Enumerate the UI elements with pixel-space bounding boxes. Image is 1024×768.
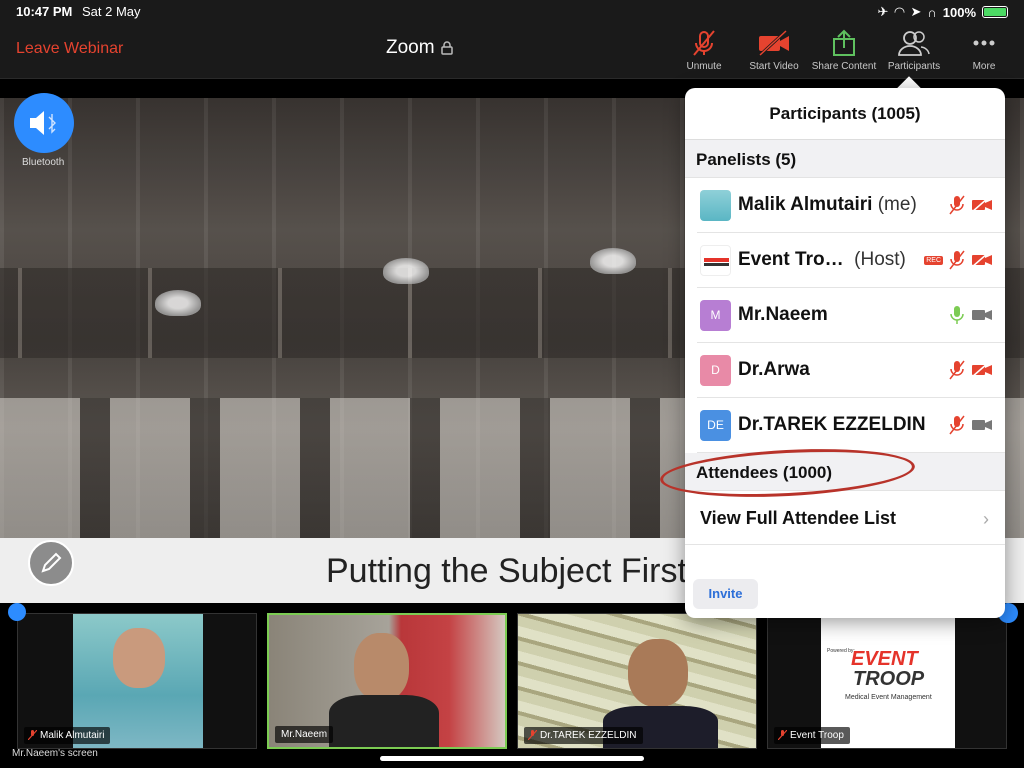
mic-on-icon: [950, 306, 964, 324]
slide-caption: Putting the Subject First: [326, 552, 687, 590]
muted-mic-icon: [949, 250, 965, 270]
airplane-icon: ✈: [877, 4, 889, 19]
wifi-icon: ◠: [894, 4, 905, 19]
panelist-row[interactable]: M Mr.Naeem: [697, 288, 1005, 343]
location-icon: ➤: [910, 4, 922, 19]
video-off-icon: [971, 362, 992, 378]
pencil-icon: [41, 552, 62, 573]
avatar: DE: [700, 410, 731, 441]
video-tile[interactable]: Malik Almutairi: [17, 613, 257, 749]
unmute-label: Unmute: [686, 61, 722, 72]
video-name-tag: Mr.Naeem: [275, 726, 334, 743]
more-dots-icon: [973, 40, 995, 46]
meeting-toolbar: Leave Webinar Zoom Unmute Start Video Sh…: [0, 24, 1024, 79]
video-tile[interactable]: Dr.TAREK EZZELDIN: [517, 613, 757, 749]
panelist-row[interactable]: DE Dr.TAREK EZZELDIN: [697, 398, 1005, 453]
chandelier-image: [155, 290, 201, 316]
panelist-row[interactable]: Event Tro… (Host) REC: [697, 233, 1005, 288]
leave-webinar-button[interactable]: Leave Webinar: [16, 40, 123, 58]
meeting-title: Zoom: [386, 37, 453, 59]
panelist-name: Mr.Naeem: [738, 304, 828, 325]
panelist-row[interactable]: Malik Almutairi (me): [697, 178, 1005, 233]
home-indicator[interactable]: [380, 756, 644, 761]
audio-output-label: Bluetooth: [22, 157, 65, 168]
panelist-name: Event Tro… (Host): [738, 249, 906, 270]
panelist-name: Dr.TAREK EZZELDIN: [738, 414, 926, 435]
video-off-icon: [971, 197, 992, 213]
view-full-attendee-list-button[interactable]: View Full Attendee List ›: [685, 491, 1005, 545]
pin-video-icon[interactable]: [8, 603, 26, 621]
share-icon: [833, 29, 855, 56]
video-name: Malik Almutairi: [40, 730, 105, 741]
person-face: [628, 639, 688, 707]
panelist-name: Dr.Arwa: [738, 359, 810, 380]
avatar: D: [700, 355, 731, 386]
view-full-attendee-list-label: View Full Attendee List: [700, 508, 897, 528]
video-name: Dr.TAREK EZZELDIN: [540, 730, 637, 741]
video-name-tag: Event Troop: [774, 727, 850, 744]
screen-owner-label: Mr.Naeem's screen: [12, 748, 98, 759]
share-content-button[interactable]: Share Content: [811, 28, 877, 72]
muted-mic-icon: [949, 415, 965, 435]
muted-mic-icon: [778, 730, 787, 740]
event-troop-logo: [704, 258, 729, 266]
more-label: More: [972, 61, 996, 72]
video-name-tag: Malik Almutairi: [24, 727, 111, 744]
muted-mic-icon: [949, 360, 965, 380]
video-tile-active[interactable]: Mr.Naeem: [267, 613, 507, 749]
participants-header: Participants (1005): [685, 88, 1005, 140]
panelist-name: Malik Almutairi (me): [738, 194, 917, 215]
audio-output-button[interactable]: [14, 93, 74, 153]
start-video-label: Start Video: [749, 61, 799, 72]
participants-popover: Participants (1005) Panelists (5) Malik …: [685, 88, 1005, 618]
video-tile[interactable]: Powered by: EVENT TROOP Medical Event Ma…: [767, 613, 1007, 749]
participants-button[interactable]: Participants: [881, 28, 947, 72]
status-right: ✈ ◠ ➤ ∩ 100%: [878, 4, 1008, 20]
share-content-label: Share Content: [811, 61, 877, 72]
video-off-icon: [758, 29, 789, 57]
video-name: Mr.Naeem: [281, 729, 328, 740]
participants-label: Participants: [887, 61, 941, 72]
avatar: M: [700, 300, 731, 331]
chandelier-image: [590, 248, 636, 274]
muted-mic-icon: [28, 730, 37, 740]
battery-icon: [982, 6, 1008, 18]
event-troop-avatar: [700, 245, 731, 276]
video-on-icon: [972, 310, 992, 320]
meeting-title-text: Zoom: [386, 37, 435, 58]
panelist-row[interactable]: D Dr.Arwa: [697, 343, 1005, 398]
muted-mic-icon: [528, 730, 537, 740]
video-on-icon: [972, 420, 992, 430]
video-name: Event Troop: [790, 730, 844, 741]
recording-badge: REC: [924, 255, 943, 265]
participants-icon: [898, 31, 930, 56]
chandelier-image: [383, 258, 429, 284]
video-strip: Malik Almutairi Mr.Naeem Dr.TAREK EZZELD…: [0, 603, 1024, 768]
headphones-icon: ∩: [927, 4, 937, 20]
muted-mic-icon: [693, 30, 715, 56]
status-time: 10:47 PM: [16, 4, 73, 19]
person-face: [354, 633, 409, 701]
lock-icon: [440, 41, 453, 55]
status-date: Sat 2 May: [82, 4, 141, 19]
status-bar: 10:47 PM Sat 2 May ✈ ◠ ➤ ∩ 100%: [0, 0, 1024, 24]
unmute-button[interactable]: Unmute: [671, 28, 737, 72]
start-video-button[interactable]: Start Video: [741, 28, 807, 72]
battery-percent: 100%: [942, 4, 976, 20]
person-face: [113, 628, 165, 688]
video-name-tag: Dr.TAREK EZZELDIN: [524, 727, 643, 744]
chevron-right-icon: ›: [983, 509, 989, 529]
avatar: [700, 190, 731, 221]
panelists-section-header: Panelists (5): [685, 140, 1005, 178]
invite-button[interactable]: Invite: [693, 579, 758, 609]
annotate-button[interactable]: [28, 540, 74, 586]
video-off-icon: [971, 252, 992, 268]
speaker-bluetooth-icon: [30, 111, 56, 135]
muted-mic-icon: [949, 195, 965, 215]
more-button[interactable]: More: [951, 28, 1017, 72]
